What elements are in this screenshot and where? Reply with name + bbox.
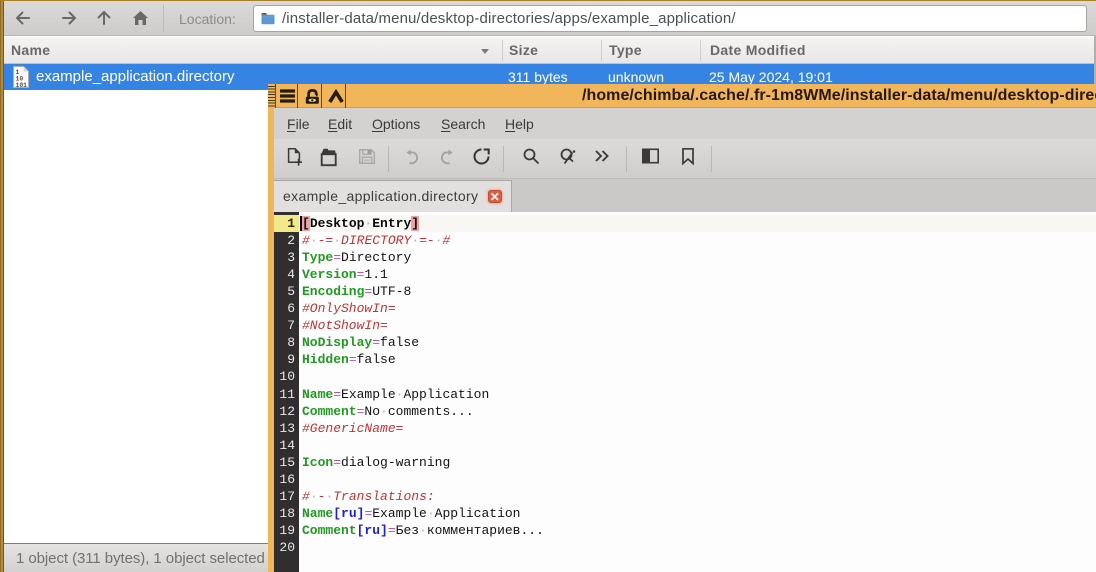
svg-text:101: 101 (16, 82, 28, 88)
